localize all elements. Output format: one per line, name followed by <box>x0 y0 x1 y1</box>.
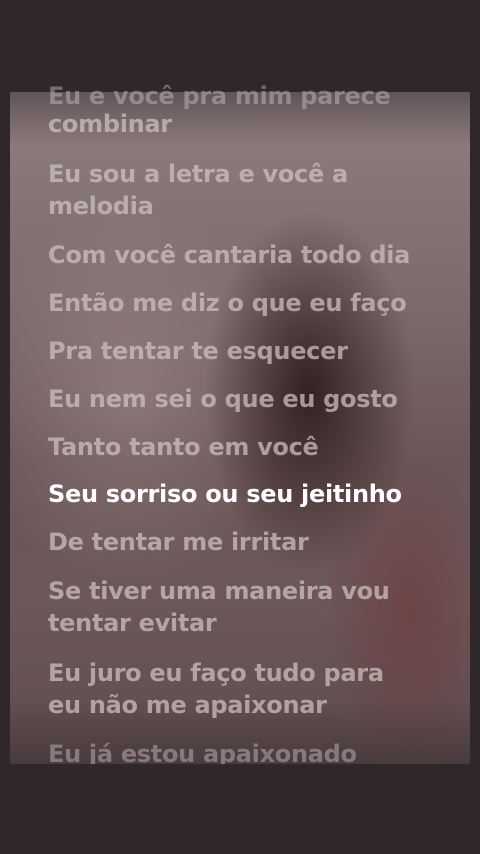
lyric-line[interactable]: Tanto tanto em você <box>48 431 319 463</box>
lyric-line[interactable]: Eu juro eu faço tudo para <box>48 657 384 689</box>
lyric-line[interactable]: De tentar me irritar <box>48 526 309 558</box>
lyric-line[interactable]: eu não me apaixonar <box>48 689 327 721</box>
lyric-line[interactable]: combinar <box>48 108 172 140</box>
lyric-line[interactable]: tentar evitar <box>48 607 217 639</box>
lyric-line[interactable]: Com você cantaria todo dia <box>48 239 410 271</box>
lyric-line[interactable]: Então me diz o que eu faço <box>48 287 407 319</box>
lyric-line[interactable]: melodia <box>48 190 154 222</box>
lyric-line[interactable]: Pra tentar te esquecer <box>48 335 348 367</box>
lyric-line[interactable]: Se tiver uma maneira vou <box>48 575 390 607</box>
lyric-line-current[interactable]: Seu sorriso ou seu jeitinho <box>48 478 402 510</box>
lyric-line[interactable]: Eu sou a letra e você a <box>48 158 348 190</box>
lyric-line[interactable]: Eu já estou apaixonado <box>48 738 357 764</box>
lyric-line[interactable]: Eu nem sei o que eu gosto <box>48 383 398 415</box>
